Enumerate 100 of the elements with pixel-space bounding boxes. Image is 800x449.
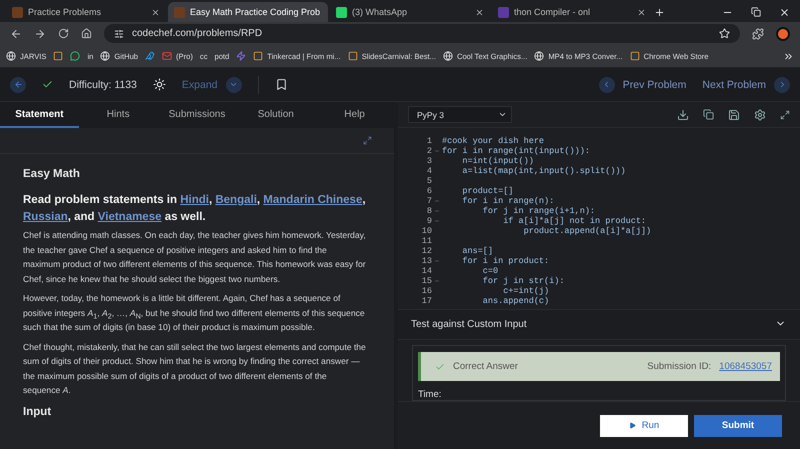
- square-icon: [630, 51, 640, 61]
- line-number: 17: [420, 296, 432, 306]
- language-select[interactable]: PyPy 3: [408, 106, 512, 123]
- close-icon[interactable]: [779, 7, 790, 18]
- address-bar[interactable]: codechef.com/problems/RPD: [104, 24, 740, 43]
- line-number: 14: [420, 266, 432, 276]
- download-icon[interactable]: [677, 108, 689, 120]
- chat-icon: [70, 51, 80, 61]
- languages-heading: Read problem statements in Hindi, Bengali, Mandarin Chinese, Russian, and Vietnamese as well.: [23, 193, 366, 225]
- profile-avatar[interactable]: [776, 26, 790, 40]
- close-tab-icon[interactable]: [151, 8, 160, 16]
- code-line: ans=[]: [461, 246, 494, 256]
- bookmark-item[interactable]: [236, 51, 246, 61]
- browser-tab[interactable]: Easy Math Practice Coding Prob: [168, 2, 328, 22]
- code-line: for i in product:: [461, 256, 550, 266]
- submission-label: Submission ID:: [647, 361, 712, 372]
- language-link[interactable]: Russian: [23, 211, 68, 223]
- panel-tab[interactable]: Statement: [0, 102, 79, 128]
- globe-icon: [100, 51, 110, 61]
- panel-tab[interactable]: Help: [315, 102, 394, 128]
- line-number: 7: [426, 196, 432, 206]
- panel-tab[interactable]: Hints: [78, 102, 158, 128]
- language-link[interactable]: Vietnamese: [98, 211, 162, 223]
- language-link[interactable]: Mandarin Chinese: [263, 194, 362, 206]
- code-line: for j in range(i+1,n):: [482, 206, 596, 216]
- more-bookmarks-icon[interactable]: [783, 50, 794, 62]
- code-line: a=list(map(int,input().split())): [461, 166, 626, 176]
- restore-icon[interactable]: [751, 7, 761, 17]
- bolt-icon: [236, 51, 246, 61]
- close-tab-icon[interactable]: [475, 8, 484, 16]
- square-icon: [253, 51, 264, 61]
- language-link[interactable]: Bengali: [215, 194, 257, 206]
- code-line: for i in range(int(input())):: [442, 146, 590, 156]
- time-label: Time:: [418, 389, 442, 400]
- custom-input-title: Test against Custom Input: [411, 319, 527, 330]
- next-problem-button[interactable]: Next Problem: [702, 76, 790, 92]
- section-heading: Input: [23, 406, 52, 418]
- code-line: if a[i]*a[j] not in product:: [502, 216, 646, 226]
- line-number: 8: [426, 206, 432, 216]
- site-favicon-icon: [174, 6, 185, 18]
- bookmark-item[interactable]: [70, 51, 80, 61]
- expand-icon[interactable]: [363, 136, 372, 145]
- mail-icon: [162, 51, 172, 61]
- code-line: product=[]: [461, 186, 514, 196]
- line-number: 2: [426, 146, 432, 156]
- bookmark-icon[interactable]: [274, 78, 288, 91]
- reload-icon[interactable]: [58, 28, 69, 39]
- run-button[interactable]: Run: [600, 414, 688, 436]
- statement-paragraph: Chef thought, mistakenly, that he can still select the two largest elements and compute the sum of digits of their product. Show him that he is wrong by finding the correct answer — the maximum possible sum of digits of a product of two different elements of the sequence A.: [23, 340, 366, 397]
- line-number: 5: [426, 176, 432, 186]
- line-number: 11: [420, 236, 432, 246]
- theme-toggle-icon[interactable]: [152, 78, 166, 91]
- play-icon: [628, 422, 636, 429]
- home-icon[interactable]: [81, 28, 92, 39]
- new-tab-icon[interactable]: [654, 7, 665, 18]
- back-icon[interactable]: [10, 76, 26, 92]
- forward-icon[interactable]: [34, 28, 46, 40]
- save-icon[interactable]: [728, 108, 740, 120]
- bird-icon: [145, 51, 156, 61]
- line-number: 13: [420, 256, 432, 266]
- code-line: product.append(a[i]*a[j]): [522, 226, 652, 236]
- site-favicon-icon: [12, 6, 23, 18]
- line-number: 16: [420, 286, 432, 296]
- bookmark-item[interactable]: [53, 51, 64, 61]
- globe-icon: [534, 51, 544, 61]
- verdict-text: Correct Answer: [453, 361, 519, 372]
- fullscreen-icon[interactable]: [780, 110, 790, 120]
- caret-icon: [498, 110, 507, 119]
- problem-title: Easy Math: [23, 168, 81, 180]
- settings-icon[interactable]: [754, 108, 766, 120]
- panel-tab[interactable]: Submissions: [158, 102, 236, 128]
- globe-icon: [6, 51, 16, 61]
- panel-tab[interactable]: Solution: [236, 102, 316, 128]
- prev-problem-button[interactable]: Prev Problem: [598, 76, 686, 92]
- statement-paragraph: However, today, the homework is a little bit different. Again, Chef has a sequence of positive integers A$_{1}$, A$_{2}$, …, A$_{N}$, but he should find two different elements of this sequence such that the sum of digits (in base 10) of their product is maximum possible.: [23, 292, 366, 334]
- submit-button[interactable]: Submit: [694, 414, 782, 436]
- line-number: 12: [420, 246, 432, 256]
- difficulty-label: Difficulty: 1133: [69, 78, 137, 90]
- line-number: 15: [420, 276, 432, 286]
- browser-tab[interactable]: thon Compiler - onl: [492, 2, 652, 22]
- line-number: 10: [420, 226, 432, 236]
- bookmark-item[interactable]: [145, 51, 156, 61]
- globe-icon: [442, 51, 453, 61]
- reset-icon[interactable]: [703, 109, 714, 120]
- code-line: n=int(input()): [461, 156, 534, 166]
- square-icon: [53, 51, 64, 61]
- close-tab-icon[interactable]: [637, 8, 646, 16]
- statement-paragraph: Chef is attending math classes. On each day, the teacher gives him homework. Yesterday, the teacher gave Chef a sequence of positive integers and asked him to find the maximum product of two different elements of this sequence. This homework was easy for Chef, since he knew that he should select the biggest two numbers.: [23, 229, 366, 286]
- browser-tab[interactable]: Practice Problems: [6, 2, 166, 22]
- code-line: c=0: [482, 266, 498, 276]
- extensions-icon[interactable]: [752, 28, 764, 40]
- square-icon: [348, 51, 358, 61]
- language-link[interactable]: Hindi: [180, 194, 209, 206]
- code-line: for i in range(n):: [461, 196, 554, 206]
- code-line: for j in str(i):: [482, 276, 564, 286]
- line-number: 4: [426, 166, 432, 176]
- back-icon[interactable]: [10, 28, 22, 40]
- line-number: 6: [426, 186, 432, 196]
- browser-tab[interactable]: (3) WhatsApp: [330, 2, 490, 22]
- site-favicon-icon: [336, 6, 347, 18]
